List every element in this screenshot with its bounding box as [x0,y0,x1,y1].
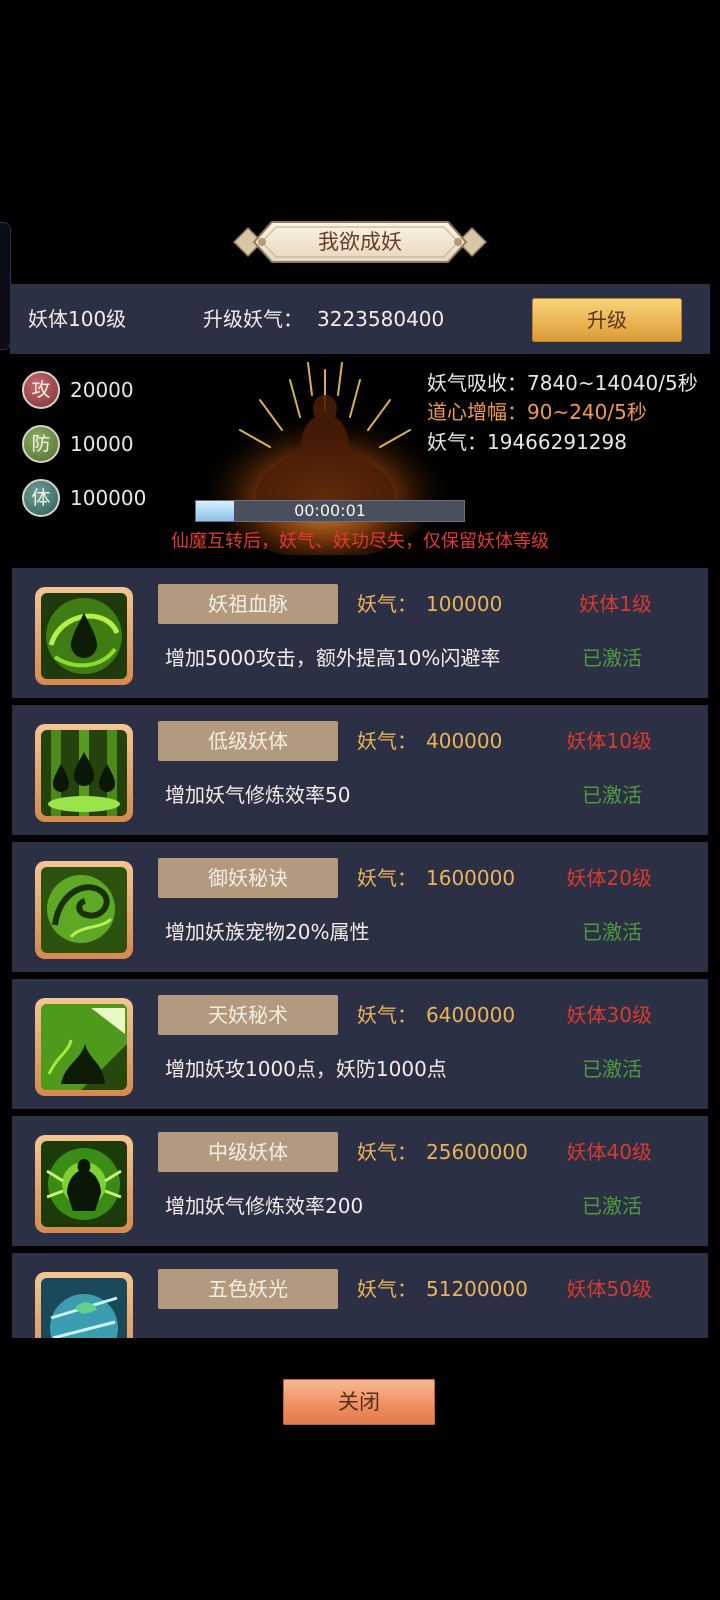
skill-cost: 100000 [426,592,503,616]
skill-card: 五色妖光 妖气： 51200000 妖体50级 [12,1253,708,1338]
green-figure-icon [41,1141,127,1227]
body-value: 100000 [70,486,147,510]
skill-name: 妖祖血脉 [158,584,338,624]
page-title: 我欲成妖 [318,230,402,254]
five-color-light-icon [41,1278,127,1338]
skill-icon-frame [35,724,133,822]
skill-name: 低级妖体 [158,721,338,761]
triple-drop-icon [41,730,127,816]
skill-icon-frame [35,861,133,959]
spirit-beast-icon [41,867,127,953]
title-banner: 我欲成妖 [232,218,488,266]
skill-cost: 400000 [426,729,503,753]
blood-drop-icon [41,593,127,679]
skill-cost-label: 妖气： [357,1140,417,1164]
sky-demon-icon [41,1004,127,1090]
skill-cost-label: 妖气： [357,729,417,753]
skill-description: 增加5000攻击，额外提高10%闪避率 [165,646,501,670]
skill-description: 增加妖气修炼效率200 [165,1194,364,1218]
defense-badge: 防 [22,425,60,463]
skill-icon-frame [35,998,133,1096]
skill-icon-frame [35,587,133,685]
skill-requirement: 妖体40级 [566,1140,652,1164]
skill-requirement: 妖体30级 [566,1003,652,1027]
attack-value: 20000 [70,378,134,402]
skill-card: 天妖秘术 妖气： 6400000 妖体30级 增加妖攻1000点，妖防1000点… [12,979,708,1109]
skill-name: 御妖秘诀 [158,858,338,898]
skill-card: 御妖秘诀 妖气： 1600000 妖体20级 增加妖族宠物20%属性 已激活 [12,842,708,972]
upgrade-button[interactable]: 升级 [532,298,682,342]
skill-status: 已激活 [582,920,642,944]
skill-list[interactable]: 妖祖血脉 妖气： 100000 妖体1级 增加5000攻击，额外提高10%闪避率… [12,568,708,1338]
skill-status: 已激活 [582,646,642,670]
skill-status: 已激活 [582,783,642,807]
skill-requirement: 妖体50级 [566,1277,652,1301]
skill-card: 妖祖血脉 妖气： 100000 妖体1级 增加5000攻击，额外提高10%闪避率… [12,568,708,698]
skill-cost: 51200000 [426,1277,528,1301]
conversion-warning: 仙魔互转后，妖气、妖功尽失，仅保留妖体等级 [171,531,549,552]
skill-name: 中级妖体 [158,1132,338,1172]
attack-badge: 攻 [22,371,60,409]
skill-cost-label: 妖气： [357,592,417,616]
skill-requirement: 妖体1级 [579,592,652,616]
skill-cost: 6400000 [426,1003,516,1027]
skill-requirement: 妖体10级 [566,729,652,753]
skill-description: 增加妖气修炼效率50 [165,783,351,807]
skill-requirement: 妖体20级 [566,866,652,890]
skill-cost: 1600000 [426,866,516,890]
skill-status: 已激活 [582,1194,642,1218]
yaoqi-total: 妖气：19466291298 [427,430,627,454]
skill-cost-label: 妖气： [357,1003,417,1027]
absorb-rate: 妖气吸收：7840~14040/5秒 [427,371,698,395]
body-badge: 体 [22,479,60,517]
skill-description: 增加妖族宠物20%属性 [165,920,370,944]
skill-card: 低级妖体 妖气： 400000 妖体10级 增加妖气修炼效率50 已激活 [12,705,708,835]
cultivation-progress-bar: 00:00:01 [195,500,465,522]
daoxin-boost: 道心增幅：90~240/5秒 [427,400,647,424]
skill-icon-frame [35,1272,133,1338]
progress-timer: 00:00:01 [294,501,366,520]
skill-card: 中级妖体 妖气： 25600000 妖体40级 增加妖气修炼效率200 已激活 [12,1116,708,1246]
skill-description: 增加妖攻1000点，妖防1000点 [165,1057,447,1081]
defense-value: 10000 [70,432,134,456]
upgrade-cost-label: 升级妖气： [203,307,303,331]
skill-name: 天妖秘术 [158,995,338,1035]
close-button[interactable]: 关闭 [283,1379,435,1425]
skill-status: 已激活 [582,1057,642,1081]
skill-cost-label: 妖气： [357,866,417,890]
skill-name: 五色妖光 [158,1269,338,1309]
meditating-avatar [200,355,450,560]
upgrade-cost-value: 3223580400 [317,307,445,331]
skill-icon-frame [35,1135,133,1233]
skill-cost-label: 妖气： [357,1277,417,1301]
body-level-text: 妖体100级 [28,307,127,331]
skill-cost: 25600000 [426,1140,528,1164]
